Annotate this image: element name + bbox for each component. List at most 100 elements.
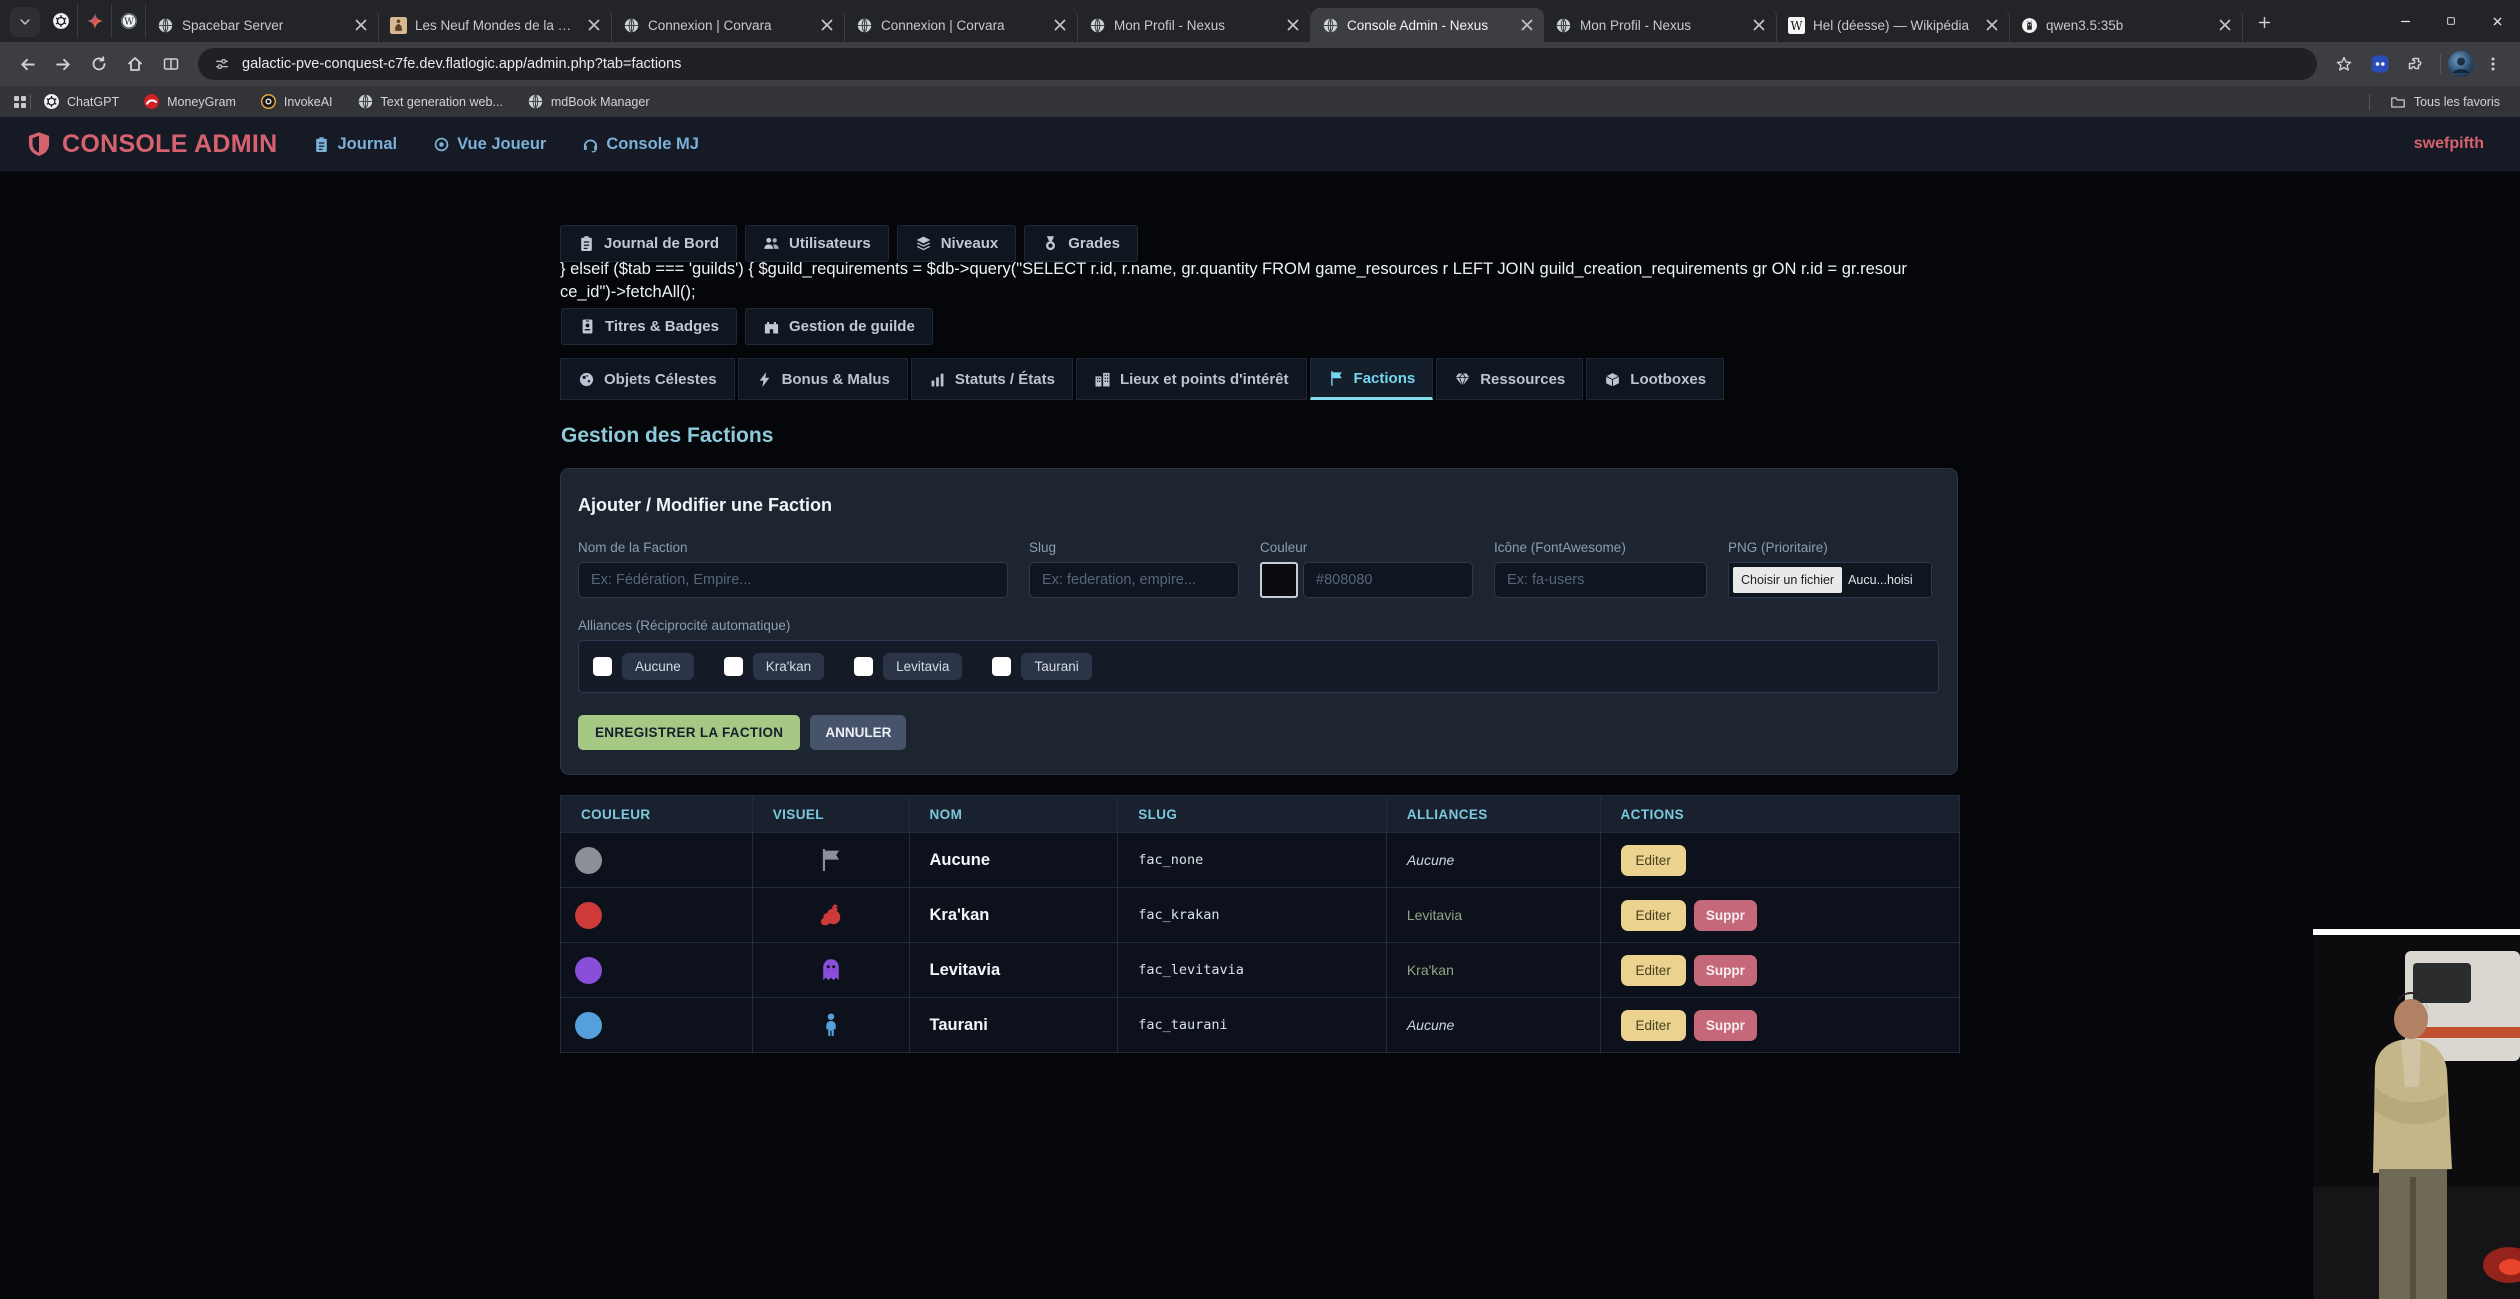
delete-faction-button[interactable]: Suppr xyxy=(1694,955,1757,986)
tab-close-icon[interactable] xyxy=(818,16,836,34)
all-bookmarks[interactable]: Tous les favoris xyxy=(2367,94,2508,110)
pinned-tab[interactable] xyxy=(44,4,78,38)
maximize-button[interactable] xyxy=(2428,0,2474,42)
bookmark-item[interactable]: ChatGPT xyxy=(43,93,119,110)
admin-button[interactable]: Grades xyxy=(1024,225,1138,262)
tab-close-icon[interactable] xyxy=(1983,16,2001,34)
delete-faction-button[interactable]: Suppr xyxy=(1694,1010,1757,1041)
pinned-tab[interactable]: W xyxy=(112,4,146,38)
content-tab[interactable]: Lootboxes xyxy=(1586,358,1724,400)
content-tab[interactable]: Objets Célestes xyxy=(560,358,735,400)
edit-faction-button[interactable]: Editer xyxy=(1621,900,1686,931)
file-input[interactable]: Choisir un fichier Aucu...hoisi xyxy=(1728,562,1932,598)
admin-button[interactable]: Journal de Bord xyxy=(560,225,737,262)
edit-faction-button[interactable]: Editer xyxy=(1621,955,1686,986)
bookmark-label: InvokeAI xyxy=(284,95,333,109)
extension-shortcut-button[interactable] xyxy=(2363,47,2397,81)
guild-icon xyxy=(763,318,780,335)
faction-slug: fac_none xyxy=(1117,833,1386,887)
header-nav-link[interactable]: Console MJ xyxy=(582,135,699,154)
users-icon xyxy=(763,235,780,252)
admin-button[interactable]: Utilisateurs xyxy=(745,225,889,262)
header-nav-link[interactable]: Journal xyxy=(313,135,397,154)
browser-tab[interactable]: Les Neuf Mondes de la Mythol... xyxy=(379,8,612,42)
video-overlay[interactable] xyxy=(2313,929,2520,1299)
new-tab-button[interactable] xyxy=(2249,7,2279,37)
content-tab[interactable]: Ressources xyxy=(1436,358,1583,400)
faction-alliances: Kra'kan xyxy=(1386,943,1600,997)
bookmark-item[interactable]: InvokeAI xyxy=(260,93,333,110)
admin-button[interactable]: Gestion de guilde xyxy=(745,308,933,345)
profile-avatar[interactable] xyxy=(2448,51,2474,77)
minimize-button[interactable] xyxy=(2382,0,2428,42)
browser-tab[interactable]: Connexion | Corvara xyxy=(845,8,1078,42)
alliance-checkbox[interactable] xyxy=(593,657,612,676)
color-hex-input[interactable] xyxy=(1303,562,1473,598)
tab-close-icon[interactable] xyxy=(585,16,603,34)
home-icon xyxy=(126,55,144,73)
browser-tab[interactable]: qwen3.5:35b xyxy=(2010,8,2243,42)
bookmark-item[interactable]: mdBook Manager xyxy=(527,93,650,110)
delete-faction-button[interactable]: Suppr xyxy=(1694,900,1757,931)
toolbar-divider xyxy=(2440,54,2441,74)
edit-faction-button[interactable]: Editer xyxy=(1621,845,1686,876)
tab-title: Spacebar Server xyxy=(182,18,344,33)
pinned-tab[interactable] xyxy=(78,4,112,38)
faction-name-input[interactable] xyxy=(578,562,1008,598)
form-fields: Nom de la Faction Slug Couleur xyxy=(578,540,1939,598)
browser-tab[interactable]: Spacebar Server xyxy=(146,8,379,42)
tab-close-icon[interactable] xyxy=(1518,16,1536,34)
home-button[interactable] xyxy=(118,47,152,81)
header-nav-link[interactable]: Vue Joueur xyxy=(433,135,546,154)
tab-close-icon[interactable] xyxy=(352,16,370,34)
split-screen-button[interactable] xyxy=(154,47,188,81)
color-label: Couleur xyxy=(1260,540,1473,555)
save-faction-button[interactable]: ENREGISTRER LA FACTION xyxy=(578,715,800,750)
back-button[interactable] xyxy=(10,47,44,81)
color-swatch[interactable] xyxy=(1260,562,1298,598)
faction-row: Taurani fac_taurani Aucune EditerSuppr xyxy=(561,997,1959,1052)
url-text[interactable]: galactic-pve-conquest-c7fe.dev.flatlogic… xyxy=(242,56,681,72)
bookmark-item[interactable]: MoneyGram xyxy=(143,93,236,110)
bookmark-star-button[interactable] xyxy=(2327,47,2361,81)
extensions-button[interactable] xyxy=(2399,47,2433,81)
admin-button[interactable]: Niveaux xyxy=(897,225,1017,262)
close-icon xyxy=(2491,15,2504,28)
cancel-button[interactable]: ANNULER xyxy=(810,715,906,750)
bookmark-item[interactable]: Text generation web... xyxy=(357,93,503,110)
browser-tab[interactable]: Connexion | Corvara xyxy=(612,8,845,42)
tab-close-icon[interactable] xyxy=(1750,16,1768,34)
alliance-checkbox[interactable] xyxy=(724,657,743,676)
alliance-checkbox[interactable] xyxy=(854,657,873,676)
forward-button[interactable] xyxy=(46,47,80,81)
choose-file-button[interactable]: Choisir un fichier xyxy=(1733,567,1842,593)
content-tab[interactable]: Factions xyxy=(1310,358,1434,400)
tab-search-button[interactable] xyxy=(10,7,40,37)
refresh-button[interactable] xyxy=(82,47,116,81)
content-tab[interactable]: Statuts / États xyxy=(911,358,1073,400)
tab-close-icon[interactable] xyxy=(1284,16,1302,34)
faction-slug: fac_taurani xyxy=(1117,998,1386,1052)
edit-faction-button[interactable]: Editer xyxy=(1621,1010,1686,1041)
faction-slug-input[interactable] xyxy=(1029,562,1239,598)
content-tab[interactable]: Lieux et points d'intérêt xyxy=(1076,358,1307,400)
close-button[interactable] xyxy=(2474,0,2520,42)
browser-tab[interactable]: Mon Profil - Nexus xyxy=(1544,8,1777,42)
browser-tab[interactable]: Mon Profil - Nexus xyxy=(1078,8,1311,42)
browser-menu-button[interactable] xyxy=(2476,47,2510,81)
shield-icon xyxy=(26,131,52,157)
browser-tab[interactable]: Console Admin - Nexus xyxy=(1311,8,1544,42)
apps-grid-icon[interactable] xyxy=(12,94,28,110)
tab-close-icon[interactable] xyxy=(2216,16,2234,34)
content-tab[interactable]: Bonus & Malus xyxy=(738,358,908,400)
tab-label: Lieux et points d'intérêt xyxy=(1120,371,1289,388)
admin-button[interactable]: Titres & Badges xyxy=(561,308,737,345)
site-info-icon[interactable] xyxy=(214,56,230,72)
address-bar[interactable]: galactic-pve-conquest-c7fe.dev.flatlogic… xyxy=(198,48,2317,80)
table-body: Aucune fac_none Aucune Editer Kra'kan fa… xyxy=(561,832,1959,1052)
tab-close-icon[interactable] xyxy=(1051,16,1069,34)
headset-icon xyxy=(582,136,599,153)
faction-icon-input[interactable] xyxy=(1494,562,1707,598)
alliance-checkbox[interactable] xyxy=(992,657,1011,676)
browser-tab[interactable]: W Hel (déesse) — Wikipédia xyxy=(1777,8,2010,42)
